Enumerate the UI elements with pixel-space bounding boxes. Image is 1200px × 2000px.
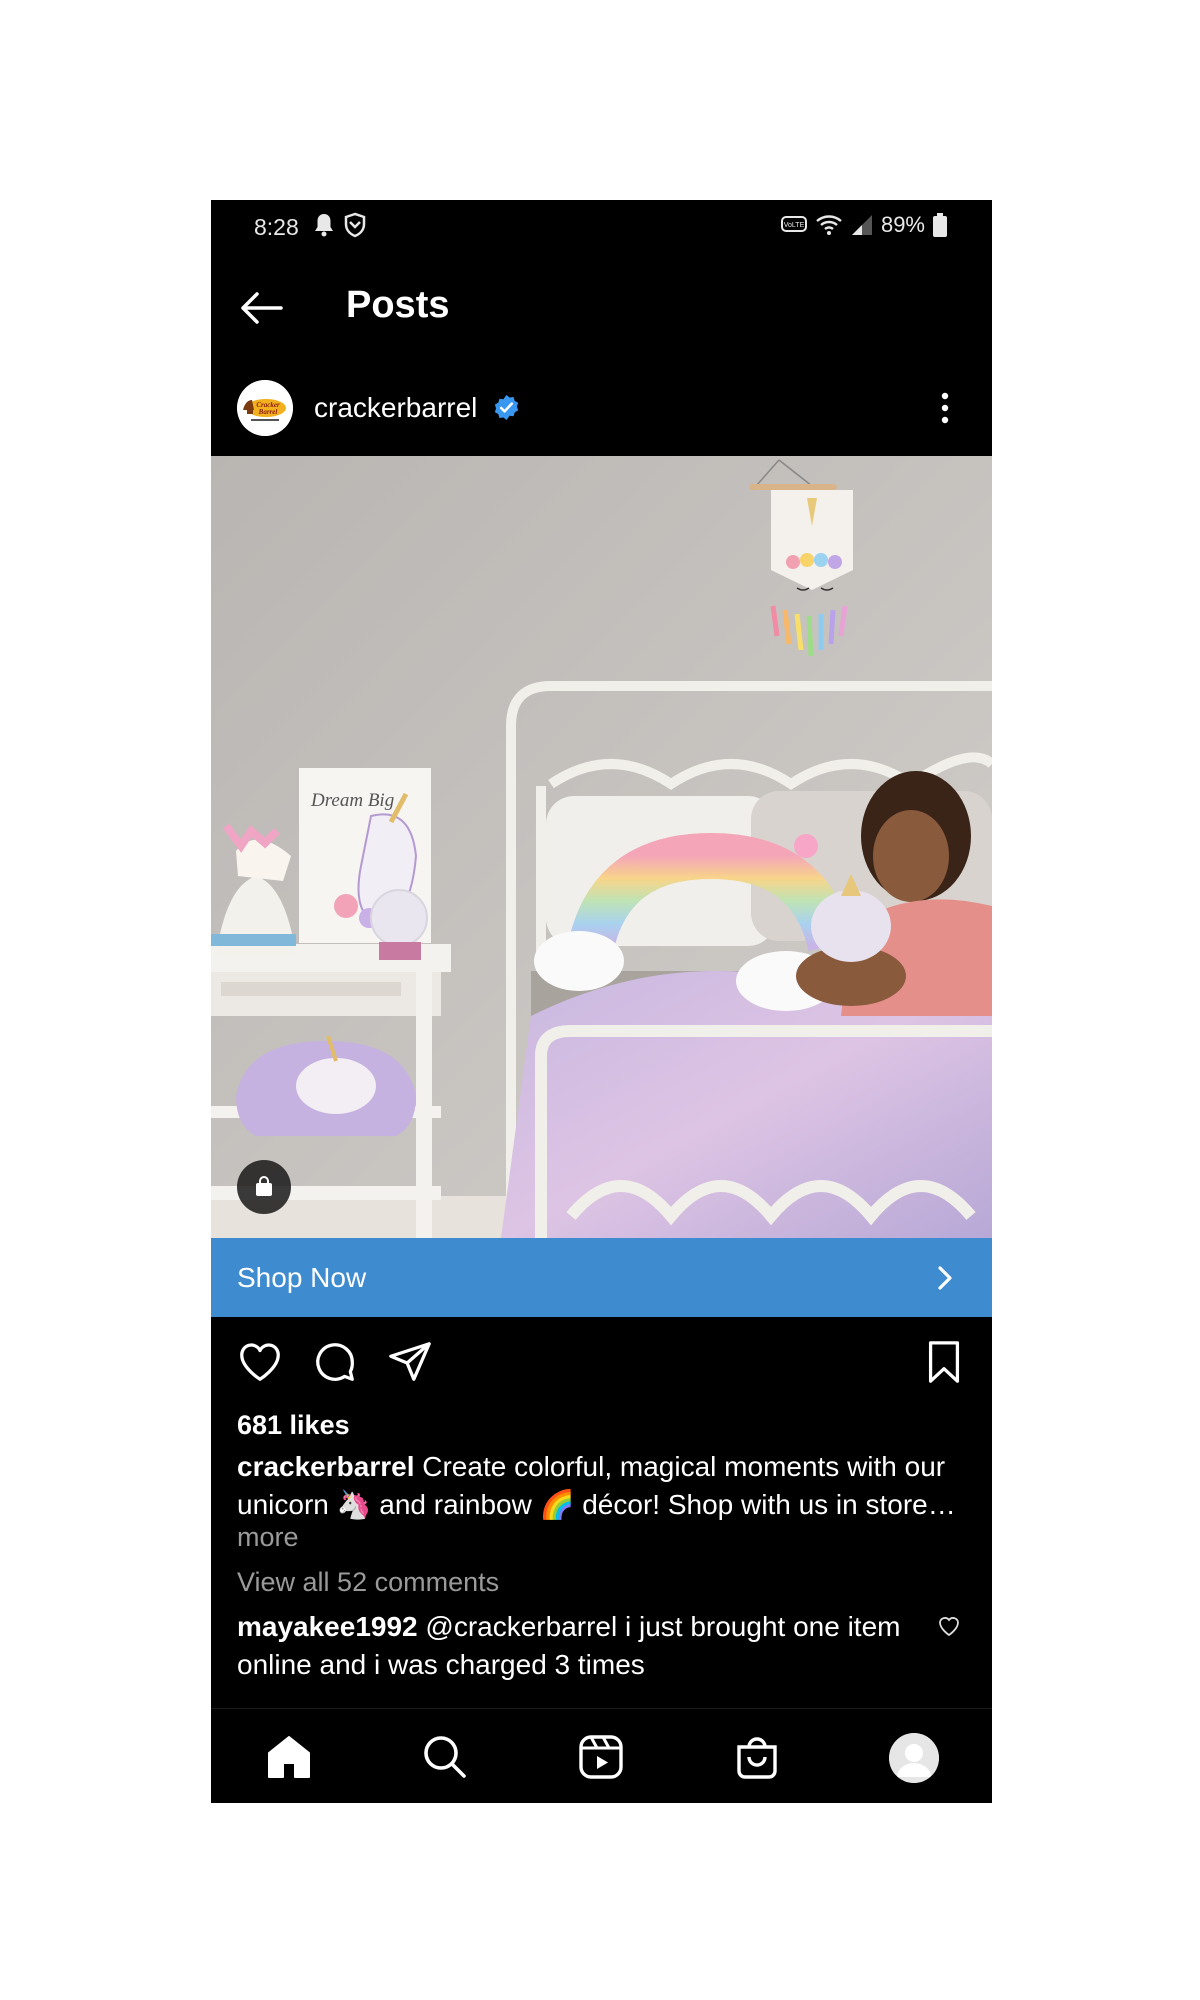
- search-icon[interactable]: [419, 1731, 471, 1783]
- post-actions: [211, 1317, 992, 1397]
- reels-icon[interactable]: [575, 1731, 627, 1783]
- battery-percent: 89%: [880, 212, 925, 237]
- svg-text:VoLTE: VoLTE: [784, 222, 805, 229]
- chevron-right-icon: [938, 1266, 952, 1290]
- caption-more-link[interactable]: more: [237, 1522, 299, 1553]
- post-header: Cracker Barrel crackerbarrel: [211, 364, 992, 456]
- wifi-icon: [816, 215, 842, 235]
- comment-preview: mayakee1992 @crackerbarrel i just brough…: [237, 1608, 927, 1684]
- status-bar: 8:28 VoLTE 89%: [211, 200, 992, 254]
- post-caption: crackerbarrel Create colorful, magical m…: [237, 1448, 972, 1524]
- shopping-bag-icon: [256, 1176, 272, 1196]
- phone-screen: 8:28 VoLTE 89% Posts Cracker Barrel crac…: [211, 200, 992, 1803]
- save-bookmark-icon[interactable]: [921, 1339, 967, 1385]
- shop-icon[interactable]: [731, 1731, 783, 1783]
- bottom-navigation: [211, 1708, 992, 1803]
- svg-text:Barrel: Barrel: [258, 408, 278, 416]
- cracker-barrel-logo-avatar[interactable]: Cracker Barrel: [237, 380, 293, 436]
- comment-username[interactable]: mayakee1992: [237, 1611, 418, 1642]
- page-title: Posts: [346, 284, 450, 326]
- shop-now-button[interactable]: Shop Now: [211, 1238, 992, 1317]
- caption-username[interactable]: crackerbarrel: [237, 1451, 414, 1482]
- comment-like-heart-icon[interactable]: [937, 1614, 961, 1638]
- shield-icon: [344, 212, 366, 238]
- like-heart-icon[interactable]: [237, 1339, 283, 1385]
- profile-avatar[interactable]: [889, 1733, 939, 1783]
- shop-now-label: Shop Now: [237, 1262, 367, 1293]
- comment-icon[interactable]: [312, 1339, 358, 1385]
- shopping-bag-tag-button[interactable]: [237, 1160, 291, 1214]
- more-options-icon[interactable]: [933, 388, 957, 428]
- signal-icon: [851, 215, 872, 235]
- battery-icon: [933, 213, 947, 237]
- bell-icon: [315, 214, 333, 237]
- likes-count[interactable]: 681 likes: [237, 1410, 350, 1441]
- post-username[interactable]: crackerbarrel: [314, 392, 477, 424]
- status-time: 8:28: [254, 214, 299, 240]
- post-image[interactable]: Dream Big: [211, 456, 992, 1238]
- view-all-comments-link[interactable]: View all 52 comments: [237, 1567, 499, 1598]
- top-bar: Posts: [211, 254, 992, 364]
- home-icon[interactable]: [263, 1731, 315, 1783]
- poster-dream-big-text: Dream Big: [310, 790, 394, 811]
- volte-icon: VoLTE: [780, 216, 807, 232]
- verified-badge-icon: [494, 394, 519, 421]
- back-arrow-icon[interactable]: [237, 284, 285, 332]
- share-send-icon[interactable]: [387, 1339, 433, 1385]
